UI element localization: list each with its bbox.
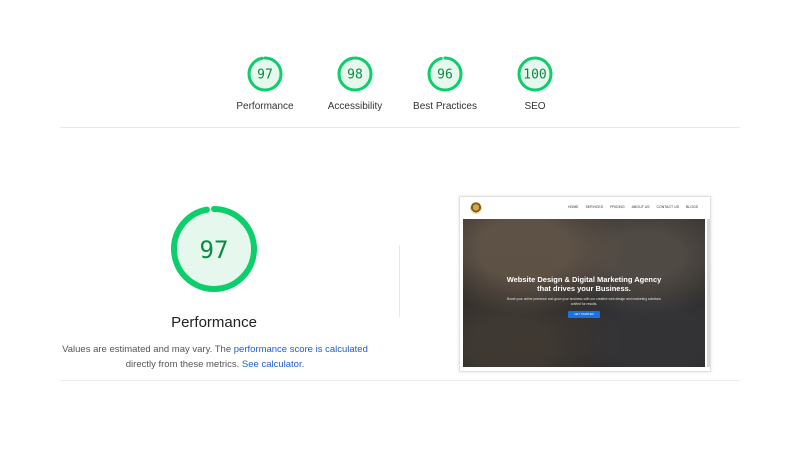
hero-headline: Website Design & Digital Marketing Agenc… (463, 275, 705, 293)
gauge-best-practices[interactable]: 96 Best Practices (395, 55, 495, 112)
gauge-ring-icon: 98 (337, 56, 373, 92)
preview-menu-item: ABOUT US (631, 205, 650, 209)
gauge-ring-icon: 97 (247, 56, 283, 92)
bottom-divider (60, 380, 740, 381)
site-logo-icon (470, 202, 482, 214)
hero-cta-button: GET STARTED (568, 311, 600, 318)
lighthouse-report: 97 Performance 98 Accessibility 96 Best … (0, 0, 800, 457)
preview-hero: Website Design & Digital Marketing Agenc… (463, 219, 705, 367)
gauge-score: 96 (437, 68, 453, 83)
score-calculation-link[interactable]: performance score is calculated (234, 344, 368, 355)
gauge-ring-icon: 100 (517, 56, 553, 92)
gauge-performance[interactable]: 97 Performance (215, 55, 315, 112)
gauge-score: 100 (523, 68, 546, 83)
gauge-label: Performance (236, 101, 294, 112)
desc-text: Values are estimated and may vary. The (62, 344, 234, 355)
gauge-ring-icon: 96 (427, 56, 463, 92)
hero-overlay (463, 219, 705, 367)
gauge-label: Best Practices (413, 101, 477, 112)
preview-menu-item: CONTACT US (656, 205, 679, 209)
preview-navbar: HOME SERVICES PRICING ABOUT US CONTACT U… (460, 197, 710, 219)
category-gauges: 97 Performance 98 Accessibility 96 Best … (0, 55, 800, 125)
main-score: 97 (200, 236, 229, 264)
gauge-accessibility[interactable]: 98 Accessibility (305, 55, 405, 112)
gauge-score: 97 (257, 68, 273, 83)
vertical-separator (399, 245, 400, 317)
desc-text: directly from these metrics. (125, 359, 242, 370)
preview-menu-item: HOME (567, 205, 579, 209)
main-gauge: 97 (168, 203, 260, 295)
final-screenshot[interactable]: HOME SERVICES PRICING ABOUT US CONTACT U… (459, 196, 711, 372)
gauge-seo[interactable]: 100 SEO (485, 55, 585, 112)
gauge-label: SEO (524, 101, 546, 112)
gauge-label: Accessibility (327, 101, 383, 112)
preview-menu: HOME SERVICES PRICING ABOUT US CONTACT U… (568, 205, 698, 209)
hero-text: Boost your online presence and grow your… (507, 297, 661, 306)
hero-headline-line1: Website Design & Digital Marketing Agenc… (506, 275, 662, 284)
preview-menu-item: BLOGS (685, 205, 698, 209)
main-title: Performance (171, 314, 257, 331)
preview-menu-item: PRICING (610, 205, 625, 209)
section-divider (60, 127, 740, 128)
hero-headline-line2: that drives your Business. (537, 284, 631, 293)
gauge-score: 98 (347, 68, 363, 83)
score-description: Values are estimated and may vary. The p… (60, 342, 370, 372)
preview-menu-item: SERVICES (585, 205, 604, 209)
see-calculator-link[interactable]: See calculator. (242, 359, 304, 370)
preview-scrollbar (707, 219, 710, 367)
main-gauge-ring-icon: 97 (171, 206, 257, 292)
